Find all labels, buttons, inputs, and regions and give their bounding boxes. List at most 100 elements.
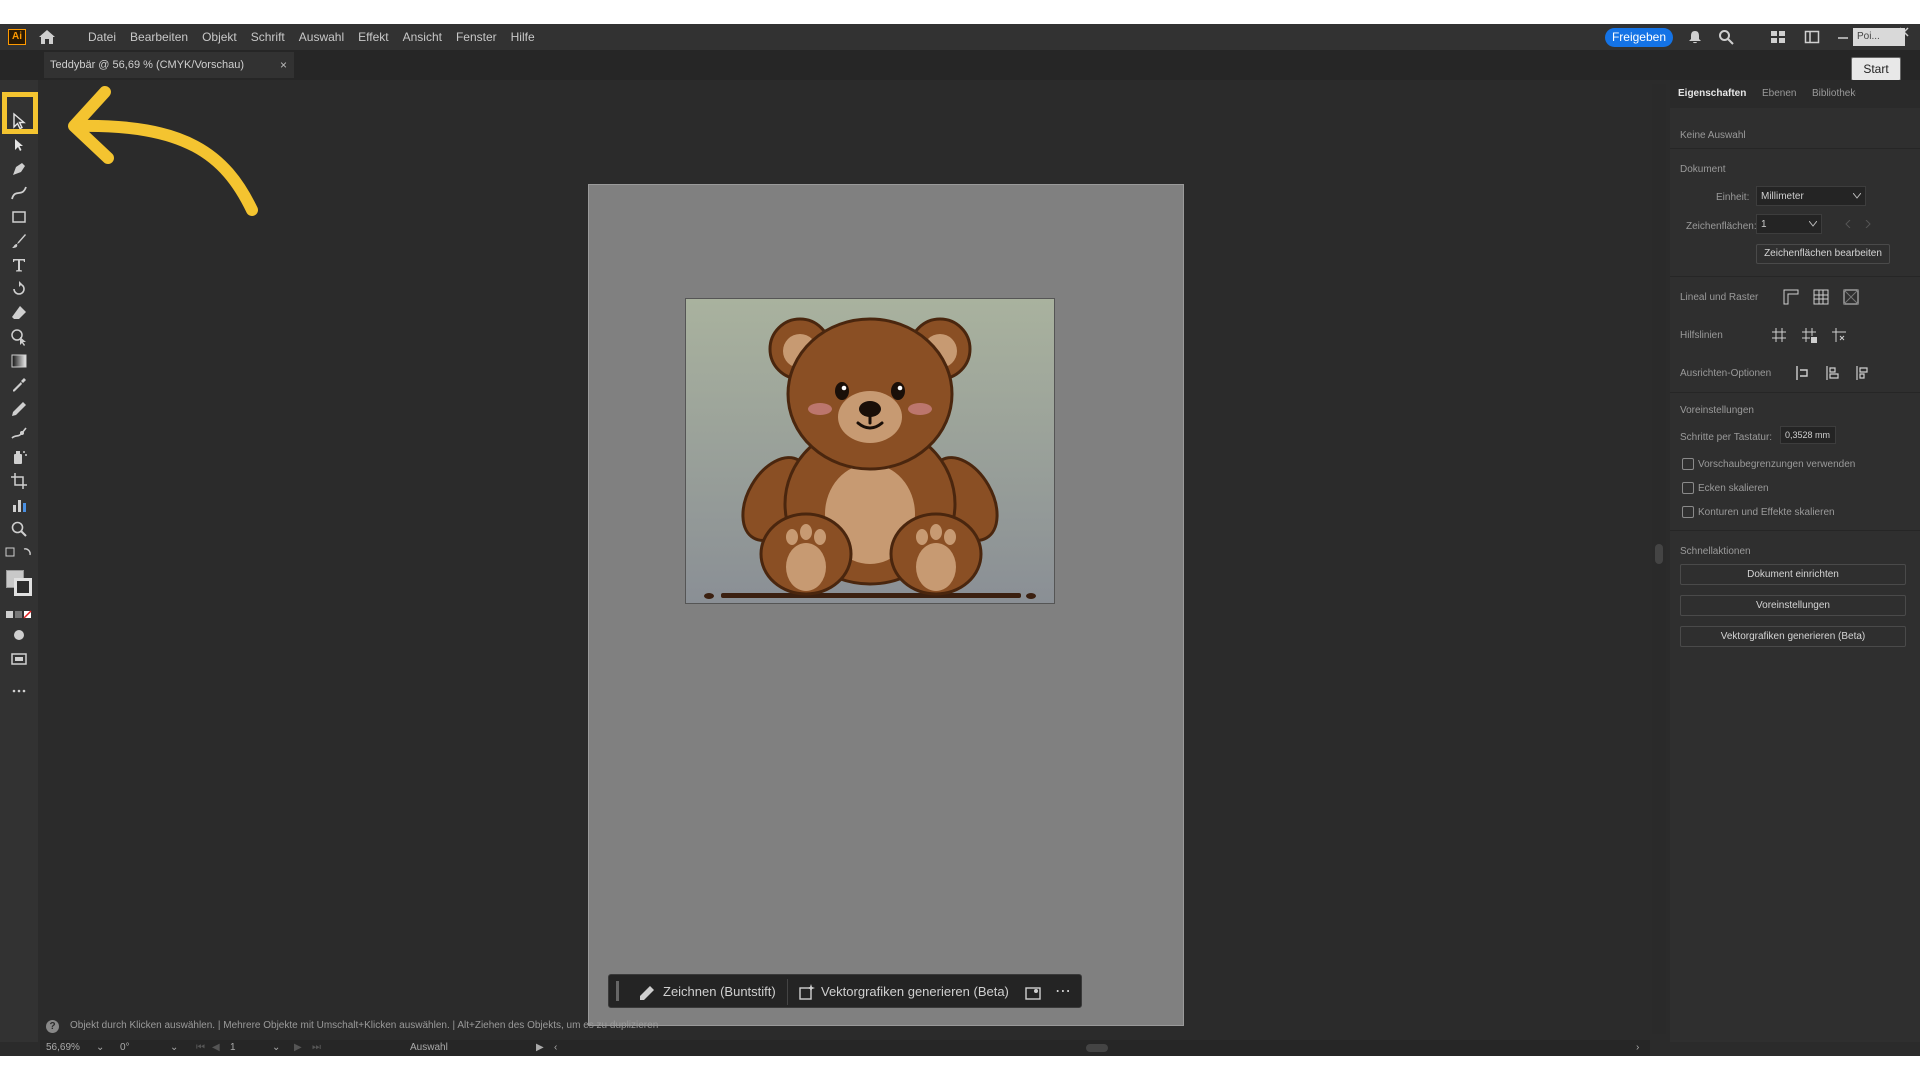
preview-bounds-checkbox[interactable] [1682,458,1694,470]
panel-divider [1670,392,1920,393]
next-artboard-nav-icon[interactable]: ▶ [294,1040,302,1056]
tutorial-arrow-annotation [68,86,258,216]
symbol-sprayer-tool-icon[interactable] [10,448,28,466]
menu-auswahl[interactable]: Auswahl [299,24,344,50]
document-setup-button[interactable]: Dokument einrichten [1680,564,1906,585]
menu-fenster[interactable]: Fenster [456,24,497,50]
status-bar: 56,69% ⌄ 0° ⌄ ⏮ ◀ 1 ⌄ ▶ ⏭ Auswahl ▶ ‹ › [40,1040,1650,1056]
artboard-number-field[interactable]: 1 [230,1040,236,1056]
menu-ansicht[interactable]: Ansicht [403,24,442,50]
eraser-tool-icon[interactable] [10,304,28,322]
generate-vectors-panel-button[interactable]: Vektorgrafiken generieren (Beta) [1680,626,1906,647]
puppet-warp-tool-icon[interactable] [10,424,28,442]
scale-corners-checkbox[interactable] [1682,482,1694,494]
show-guides-icon[interactable] [1770,326,1788,344]
artboard-tool-icon[interactable] [10,472,28,490]
horizontical-scroll-thumb[interactable] [1086,1044,1108,1052]
menu-effekt[interactable]: Effekt [358,24,388,50]
pen-tool-icon[interactable] [10,160,28,178]
align-to-artboard-icon[interactable] [1854,364,1872,382]
more-options-icon[interactable]: ⋯ [1055,975,1071,1009]
taskbar-grip[interactable] [616,981,619,1001]
draw-pencil-button[interactable]: Zeichnen (Buntstift) [663,975,776,1009]
align-to-key-object-icon[interactable] [1824,364,1842,382]
zoom-tool-icon[interactable] [10,520,28,538]
minimize-icon[interactable] [1835,29,1851,45]
paintbrush-tool-icon[interactable] [10,232,28,250]
keyboard-increment-field[interactable]: 0,3528 mm [1780,426,1836,444]
rectangle-tool-icon[interactable] [10,208,28,226]
pencil-tool-icon[interactable] [10,400,28,418]
teddy-bear-image[interactable] [685,298,1055,604]
artboard-dropdown-icon[interactable]: ⌄ [272,1040,280,1056]
artboards-dropdown[interactable]: 1 [1756,214,1822,234]
screen-mode-icon[interactable] [10,650,28,668]
bell-icon[interactable] [1687,29,1703,45]
unit-value: Millimeter [1761,191,1804,202]
recolor-icon[interactable] [1025,985,1041,1001]
next-artboard-icon[interactable] [1864,220,1872,228]
align-to-selection-icon[interactable] [1794,364,1812,382]
zoom-field[interactable]: 56,69% [46,1040,80,1056]
draw-mode-icon[interactable] [10,626,28,644]
artboards-label: Zeichenflächen: [1686,221,1757,232]
tab-ebenen[interactable]: Ebenen [1762,80,1796,108]
workspace-icon[interactable] [1770,29,1786,45]
vertical-scrollbar[interactable] [1652,84,1666,1034]
grid-icon[interactable] [1812,288,1830,306]
quick-actions-heading: Schnellaktionen [1680,546,1751,557]
color-mode-icons[interactable] [6,606,32,624]
menu-datei[interactable]: Datei [88,24,116,50]
ruler-icon[interactable] [1782,288,1800,306]
eyedropper-tool-icon[interactable] [10,376,28,394]
close-tab-icon[interactable]: × [280,52,287,78]
generate-vectors-button[interactable]: Vektorgrafiken generieren (Beta) [821,975,1009,1009]
last-artboard-icon[interactable]: ⏭ [312,1040,321,1056]
menu-objekt[interactable]: Objekt [202,24,237,50]
zoom-dropdown-icon[interactable]: ⌄ [96,1040,104,1056]
help-icon[interactable]: ? [46,1020,59,1033]
status-menu-icon[interactable]: ▶ [536,1040,544,1056]
previous-artboard-nav-icon[interactable]: ◀ [212,1040,220,1056]
preferences-button[interactable]: Voreinstellungen [1680,595,1906,616]
canvas-area[interactable] [40,80,1650,1040]
previous-artboard-icon[interactable] [1844,220,1852,228]
graph-tool-icon[interactable] [10,496,28,514]
scale-strokes-checkbox[interactable] [1682,506,1694,518]
share-button[interactable]: Freigeben [1605,28,1673,47]
search-icon[interactable] [1718,29,1734,45]
tab-eigenschaften[interactable]: Eigenschaften [1678,80,1746,108]
arrange-documents-icon[interactable] [1804,29,1820,45]
panel-divider [1670,530,1920,531]
home-icon[interactable] [38,29,56,45]
direct-selection-tool-icon[interactable] [10,136,28,154]
transparency-grid-icon[interactable] [1842,288,1860,306]
tab-bibliotheken[interactable]: Bibliotheken [1812,80,1856,108]
vertical-scroll-thumb[interactable] [1655,544,1663,564]
more-tools-icon[interactable] [10,682,28,700]
start-button[interactable]: Start [1851,57,1901,81]
shape-builder-tool-icon[interactable] [10,328,28,346]
stroke-color-swatch[interactable] [14,578,32,596]
rotation-dropdown-icon[interactable]: ⌄ [170,1040,178,1056]
unit-dropdown[interactable]: Millimeter [1756,186,1866,206]
scroll-left-icon[interactable]: ‹ [554,1040,557,1056]
gradient-tool-icon[interactable] [10,352,28,370]
menu-hilfe[interactable]: Hilfe [511,24,535,50]
scroll-right-icon[interactable]: › [1636,1040,1639,1056]
menu-schrift[interactable]: Schrift [251,24,285,50]
edit-artboards-button[interactable]: Zeichenflächen bearbeiten [1756,244,1890,264]
first-artboard-icon[interactable]: ⏮ [196,1040,205,1056]
menu-bearbeiten[interactable]: Bearbeiten [130,24,188,50]
swap-colors-icon[interactable] [4,544,34,562]
smart-guides-icon[interactable] [1830,326,1848,344]
rotate-tool-icon[interactable] [10,280,28,298]
teddy-bear-illustration [686,299,1054,603]
preferences-heading: Voreinstellungen [1680,405,1754,416]
hint-text: Objekt durch Klicken auswählen. | Mehrer… [70,1020,659,1031]
type-tool-icon[interactable] [10,256,28,274]
curvature-tool-icon[interactable] [10,184,28,202]
lock-guides-icon[interactable] [1800,326,1818,344]
rotation-field[interactable]: 0° [120,1040,130,1056]
panel-divider [1670,276,1920,277]
